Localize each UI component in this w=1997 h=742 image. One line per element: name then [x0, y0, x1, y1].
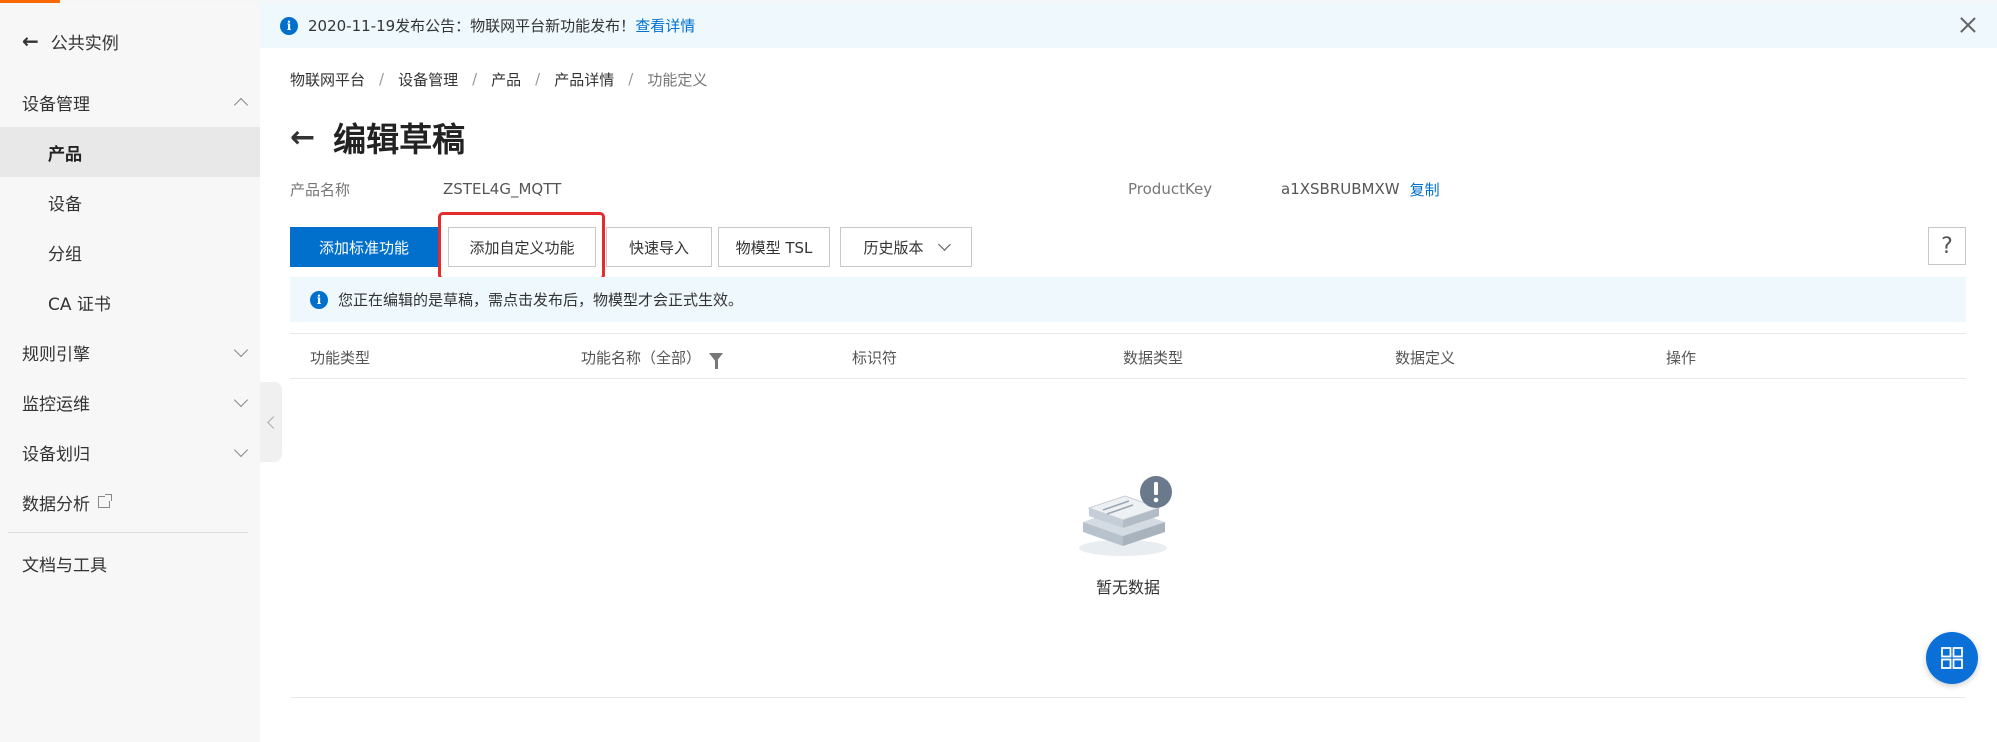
column-header-function-type: 功能类型 — [310, 349, 371, 367]
sidebar-item-ca-cert[interactable]: CA 证书 — [0, 277, 260, 327]
tsl-button[interactable]: 物模型 TSL — [718, 227, 830, 267]
sidebar-item-label: 产品 — [48, 144, 82, 165]
chevron-down-icon — [937, 238, 951, 251]
sidebar-section-device-management[interactable]: 设备管理 — [0, 77, 260, 127]
table-bottom-border — [290, 697, 1966, 698]
announcement-details-link[interactable]: 查看详情 — [635, 15, 695, 36]
column-header-label: 功能名称（全部） — [581, 349, 702, 367]
section-label: 监控运维 — [22, 394, 90, 415]
product-name-value: ZSTEL4G_MQTT — [443, 180, 562, 198]
close-icon[interactable] — [1957, 14, 1979, 36]
breadcrumb-iot-platform[interactable]: 物联网平台 — [290, 69, 365, 90]
chevron-down-icon — [233, 442, 249, 458]
back-to-public-instance[interactable]: ← 公共实例 — [22, 27, 119, 55]
breadcrumb-separator: / — [535, 70, 541, 88]
table-header: 功能类型 功能名称（全部） 标识符 数据类型 数据定义 操作 — [290, 333, 1966, 379]
breadcrumb-separator: / — [628, 70, 634, 88]
sidebar-item-product[interactable]: 产品 — [0, 127, 260, 177]
back-label: 公共实例 — [50, 33, 119, 54]
sidebar-item-label: 分组 — [48, 244, 82, 265]
sidebar: ← 公共实例 设备管理 产品 设备 分组 CA 证书 规则引擎 监控运维 设备划… — [0, 3, 260, 742]
copy-key-link[interactable]: 复制 — [1410, 179, 1440, 200]
breadcrumb-separator: / — [472, 70, 478, 88]
breadcrumb-device-management[interactable]: 设备管理 — [398, 69, 458, 90]
empty-data-icon — [1079, 476, 1172, 556]
history-version-dropdown[interactable]: 历史版本 — [840, 227, 972, 267]
product-key-label: ProductKey — [1128, 180, 1213, 198]
draft-notice: i 您正在编辑的是草稿，需点击发布后，物模型才会正式生效。 — [290, 277, 1966, 322]
product-name-field: 产品名称 — [290, 178, 350, 200]
breadcrumb-product-detail[interactable]: 产品详情 — [554, 69, 614, 90]
empty-state — [1040, 470, 1216, 564]
column-header-data-type: 数据类型 — [1123, 349, 1184, 367]
chevron-down-icon — [233, 342, 249, 358]
breadcrumb-separator: / — [379, 70, 385, 88]
section-label: 数据分析 — [22, 494, 90, 515]
sidebar-section-device-assignment[interactable]: 设备划归 — [0, 427, 260, 477]
empty-state-text: 暂无数据 — [1095, 578, 1160, 597]
column-header-data-definition: 数据定义 — [1395, 349, 1456, 367]
column-header-operations: 操作 — [1666, 349, 1697, 367]
chevron-left-icon — [266, 415, 280, 429]
column-header-identifier: 标识符 — [852, 349, 898, 367]
section-label: 设备划归 — [22, 444, 90, 465]
product-key-field: ProductKey — [1128, 178, 1212, 200]
breadcrumb: 物联网平台 / 设备管理 / 产品 / 产品详情 / 功能定义 — [290, 68, 707, 90]
page-title: 编辑草稿 — [333, 120, 466, 159]
add-custom-function-button[interactable]: 添加自定义功能 — [448, 227, 596, 267]
chevron-up-icon — [233, 97, 249, 113]
section-label: 文档与工具 — [22, 555, 107, 576]
sidebar-section-monitoring[interactable]: 监控运维 — [0, 377, 260, 427]
breadcrumb-product[interactable]: 产品 — [491, 69, 521, 90]
product-key-value: a1XSBRUBMXW — [1281, 180, 1400, 198]
breadcrumb-current: 功能定义 — [647, 70, 708, 89]
chevron-down-icon — [233, 392, 249, 408]
draft-notice-text: 您正在编辑的是草稿，需点击发布后，物模型才会正式生效。 — [338, 291, 744, 309]
sidebar-item-group[interactable]: 分组 — [0, 227, 260, 277]
filter-icon[interactable] — [709, 353, 724, 369]
history-version-label: 历史版本 — [863, 238, 924, 257]
sidebar-item-device[interactable]: 设备 — [0, 177, 260, 227]
grid-icon — [1941, 647, 1963, 669]
section-label: 设备管理 — [22, 94, 90, 115]
info-icon: i — [310, 290, 328, 309]
sidebar-link-data-analysis[interactable]: 数据分析 — [0, 477, 260, 527]
product-key-value-wrap: a1XSBRUBMXW 复制 — [1281, 178, 1440, 200]
floating-menu-button[interactable] — [1926, 632, 1978, 684]
page-header: ← 编辑草稿 — [290, 112, 465, 162]
sidebar-item-label: 设备 — [48, 194, 82, 215]
announcement-bar: i 2020-11-19发布公告：物联网平台新功能发布！ 查看详情 — [260, 3, 1997, 48]
sidebar-link-docs-tools[interactable]: 文档与工具 — [0, 538, 260, 588]
sidebar-divider — [8, 532, 248, 533]
back-arrow-icon[interactable]: ← — [290, 120, 315, 155]
sidebar-item-label: CA 证书 — [48, 294, 111, 315]
sidebar-collapse-toggle[interactable] — [260, 382, 282, 462]
product-name-value-wrap: ZSTEL4G_MQTT — [443, 178, 561, 200]
add-standard-function-button[interactable]: 添加标准功能 — [290, 227, 438, 267]
sidebar-section-rule-engine[interactable]: 规则引擎 — [0, 327, 260, 377]
info-icon: i — [280, 16, 298, 35]
section-label: 规则引擎 — [22, 344, 90, 365]
quick-import-button[interactable]: 快速导入 — [606, 227, 712, 267]
announcement-text: 2020-11-19发布公告：物联网平台新功能发布！ — [308, 17, 636, 35]
product-name-label: 产品名称 — [290, 180, 351, 199]
arrow-left-icon: ← — [22, 29, 39, 53]
external-link-icon — [98, 494, 112, 508]
help-button[interactable]: ? — [1928, 227, 1966, 265]
column-header-function-name[interactable]: 功能名称（全部） — [581, 347, 724, 369]
